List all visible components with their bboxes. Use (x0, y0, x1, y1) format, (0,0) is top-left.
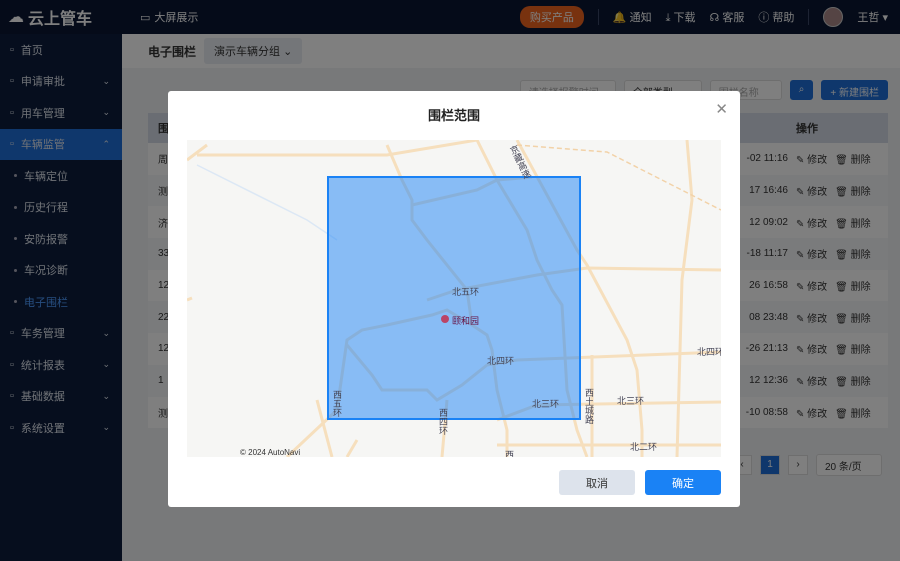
map-copyright: © 2024 AutoNavi (240, 448, 300, 457)
close-icon[interactable]: ✕ (715, 100, 728, 118)
map-label: 西土城路 (584, 388, 594, 425)
river (196, 164, 338, 241)
cancel-button[interactable]: 取消 (559, 470, 635, 495)
dialog-title: 围栏范围 (427, 108, 480, 123)
confirm-button[interactable]: 确定 (645, 470, 721, 495)
map-label: 北四环 (487, 356, 514, 366)
poi-label: 颐和园 (452, 316, 479, 326)
map-label: 西四环 (438, 408, 448, 436)
map-label: 北三环 (617, 396, 644, 406)
fence-rectangle[interactable] (327, 176, 581, 420)
fence-range-dialog: 围栏范围 ✕ 北五环 北四环 西五环 西四环 北三环 西土城路 北三环 北四环 … (168, 91, 740, 507)
poi-marker-icon (441, 315, 449, 323)
map-canvas: 北五环 北四环 西五环 西四环 北三环 西土城路 北三环 北四环 北二环 西 京… (187, 140, 721, 457)
map-label: 北三环 (532, 399, 559, 409)
map-label: 北四环 (697, 347, 721, 357)
map[interactable]: 北五环 北四环 西五环 西四环 北三环 西土城路 北三环 北四环 北二环 西 京… (187, 140, 721, 457)
map-label: 西五环 (332, 390, 342, 418)
map-label: 北二环 (630, 442, 657, 452)
map-label: 北五环 (452, 287, 479, 297)
map-label: 西 (505, 450, 514, 457)
